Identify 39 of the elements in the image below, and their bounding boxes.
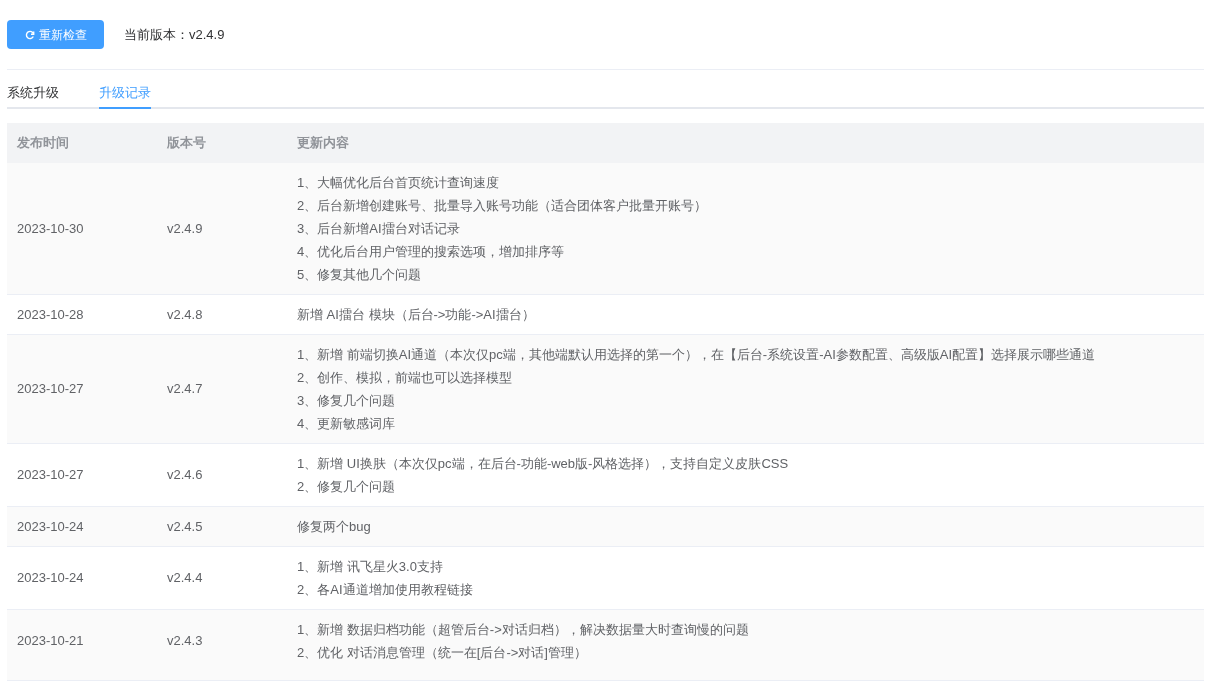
version-cell-text: v2.4.7 [166, 380, 204, 399]
version-cell-text: v2.4.5 [166, 517, 204, 536]
changelog-line: 2、各AI通道增加使用教程链接 [297, 581, 474, 599]
changelog-line: 2、优化 对话消息管理（统一在[后台->对话]管理） [297, 644, 588, 662]
version-cell-text: v2.4.4 [166, 569, 204, 588]
date-cell-text: 2023-10-28 [16, 305, 85, 324]
changelog-line: 1、新增 数据归档功能（超管后台->对话归档），解决数据量大时查询慢的问题 [297, 621, 750, 639]
column-header: 更新内容 [296, 134, 350, 153]
date-cell-text: 2023-10-27 [16, 380, 85, 399]
changelog-line: 2、创作、模拟，前端也可以选择模型 [297, 369, 514, 387]
date-cell-text: 2023-10-30 [16, 219, 85, 238]
version-cell-text: v2.4.3 [166, 632, 204, 651]
tab[interactable]: 升级记录 [99, 79, 151, 109]
date-cell-text: 2023-10-24 [16, 569, 85, 588]
version-cell-text: v2.4.6 [166, 466, 204, 485]
changelog-line: 4、更新敏感词库 [297, 415, 397, 433]
changelog-line: 1、大幅优化后台首页统计查询速度 [297, 174, 501, 192]
changelog-line: 3、后台新增AI擂台对话记录 [297, 220, 461, 238]
column-header: 版本号 [166, 134, 207, 153]
changelog-line: 2、修复几个问题 [297, 478, 397, 496]
recheck-button[interactable]: 重新检查 [7, 20, 104, 49]
changelog-line: 4、优化后台用户管理的搜索选项，增加排序等 [297, 243, 566, 261]
version-cell-text: v2.4.9 [166, 219, 204, 238]
changelog-line: 5、修复其他几个问题 [297, 266, 423, 284]
current-version: 当前版本：v2.4.9 [124, 25, 225, 44]
changelog-line: 1、新增 UI换肤（本次仅pc端，在后台-功能-web版-风格选择），支持自定义皮肤CSS [297, 455, 790, 473]
changelog-line: 2、后台新增创建账号、批量导入账号功能（适合团体客户批量开账号） [297, 197, 709, 215]
changelog-line: 修复两个bug [297, 518, 372, 536]
tab[interactable]: 系统升级 [7, 79, 59, 109]
changelog-line: 3、修复几个问题 [297, 392, 397, 410]
changelog-line: 1、新增 讯飞星火3.0支持 [297, 558, 444, 576]
column-header: 发布时间 [16, 134, 70, 153]
date-cell-text: 2023-10-27 [16, 466, 85, 485]
refresh-icon [24, 29, 35, 40]
date-cell-text: 2023-10-21 [16, 632, 85, 651]
date-cell-text: 2023-10-24 [16, 517, 85, 536]
version-cell-text: v2.4.8 [166, 305, 204, 324]
changelog-line: 1、新增 前端切换AI通道（本次仅pc端，其他端默认用选择的第一个），在【后台-系统设置-AI参数配置、高级版AI配置】选择展示哪些通道 [297, 346, 1097, 364]
changelog-line: 新增 AI擂台 模块（后台->功能->AI擂台） [297, 306, 536, 324]
